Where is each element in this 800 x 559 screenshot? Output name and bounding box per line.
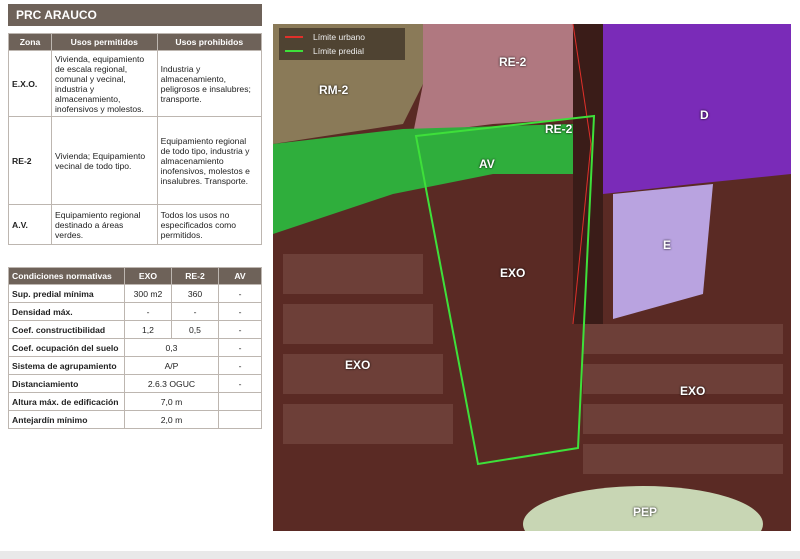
- norms-table: Condiciones normativas EXO RE-2 AV Sup. …: [8, 267, 262, 429]
- re2-zone: [413, 24, 593, 134]
- zones-header: Usos permitidos: [51, 33, 158, 51]
- zone-permitted: Vivienda; Equipamiento vecinal de todo t…: [51, 116, 158, 205]
- norm-exo: -: [124, 302, 172, 321]
- left-panel: PRC ARAUCO Zona Usos permitidos Usos pro…: [0, 0, 270, 559]
- norm-av: -: [218, 320, 262, 339]
- zoning-map: Límite urbano Límite predial RM-2 RE-2 R…: [273, 24, 791, 531]
- zone-prohibited: Equipamiento regional de todo tipo, indu…: [156, 116, 263, 205]
- norm-merged: A/P: [124, 356, 219, 375]
- norm-label: Coef. ocupación del suelo: [8, 338, 125, 357]
- norm-label: Densidad máx.: [8, 302, 125, 321]
- zones-header: Usos prohibidos: [156, 33, 263, 51]
- zone-prohibited: Industria y almacenamiento, peligrosos e…: [156, 50, 263, 117]
- zone-permitted: Equipamiento regional destinado a áreas …: [51, 204, 158, 245]
- norm-label: Coef. constructibilidad: [8, 320, 125, 339]
- zone-label-pep: PEP: [633, 505, 658, 519]
- norm-merged: 0,3: [124, 338, 219, 357]
- norm-exo: 1,2: [124, 320, 172, 339]
- norm-av: -: [218, 338, 262, 357]
- legend-label: Límite urbano: [313, 32, 365, 42]
- table-row: Coef. constructibilidad 1,2 0,5 -: [8, 320, 262, 339]
- zone-label-e: E: [663, 238, 672, 252]
- zone-label-exo: EXO: [680, 384, 706, 398]
- zone-label-exo: EXO: [500, 266, 526, 280]
- zones-header: Zona: [8, 33, 52, 51]
- zone-prohibited: Todos los usos no especificados como per…: [156, 204, 263, 245]
- norms-header: RE-2: [171, 267, 219, 285]
- zone-code: RE-2: [8, 116, 52, 205]
- zone-code: E.X.O.: [8, 50, 52, 117]
- map-legend: Límite urbano Límite predial: [279, 28, 405, 60]
- table-row: Densidad máx. - - -: [8, 302, 262, 321]
- table-row: Distanciamiento 2.6.3 OGUC -: [8, 374, 262, 393]
- zone-label-re2: RE-2: [545, 122, 573, 136]
- norm-av: -: [218, 356, 262, 375]
- norm-label: Sup. predial mínima: [8, 284, 125, 303]
- legend-label: Límite predial: [313, 46, 365, 56]
- zones-header-row: Zona Usos permitidos Usos prohibidos: [8, 33, 263, 51]
- norm-av: [218, 410, 262, 429]
- norm-re2: 0,5: [171, 320, 219, 339]
- table-row: RE-2 Vivienda; Equipamiento vecinal de t…: [8, 116, 263, 205]
- zone-label-exo: EXO: [345, 358, 371, 372]
- norm-re2: -: [171, 302, 219, 321]
- table-row: E.X.O. Vivienda, equipamiento de escala …: [8, 50, 263, 117]
- zone-code: A.V.: [8, 204, 52, 245]
- norms-header: EXO: [124, 267, 172, 285]
- norm-av: -: [218, 374, 262, 393]
- zone-label-av: AV: [479, 157, 495, 171]
- panel-title: PRC ARAUCO: [8, 4, 262, 26]
- bottom-divider: [0, 551, 800, 559]
- table-row: Sistema de agrupamiento A/P -: [8, 356, 262, 375]
- norm-label: Distanciamiento: [8, 374, 125, 393]
- table-row: Coef. ocupación del suelo 0,3 -: [8, 338, 262, 357]
- table-row: A.V. Equipamiento regional destinado a á…: [8, 204, 263, 245]
- legend-item-urban: Límite urbano: [285, 31, 365, 43]
- d-zone: [603, 24, 791, 194]
- urban-limit-swatch: [285, 36, 303, 38]
- table-row: Antejardín mínimo 2,0 m: [8, 410, 262, 429]
- zones-table: Zona Usos permitidos Usos prohibidos E.X…: [8, 33, 263, 245]
- norm-av: -: [218, 284, 262, 303]
- map-svg: [273, 24, 791, 531]
- norm-merged: 7,0 m: [124, 392, 219, 411]
- norm-label: Altura máx. de edificación: [8, 392, 125, 411]
- zone-permitted: Vivienda, equipamiento de escala regiona…: [51, 50, 158, 117]
- norms-header-row: Condiciones normativas EXO RE-2 AV: [8, 267, 262, 285]
- table-row: Altura máx. de edificación 7,0 m: [8, 392, 262, 411]
- norms-header: Condiciones normativas: [8, 267, 125, 285]
- table-row: Sup. predial mínima 300 m2 360 -: [8, 284, 262, 303]
- norms-header: AV: [218, 267, 262, 285]
- norm-av: [218, 392, 262, 411]
- zone-label-rm2: RM-2: [319, 83, 349, 97]
- norm-re2: 360: [171, 284, 219, 303]
- norm-av: -: [218, 302, 262, 321]
- legend-item-predial: Límite predial: [285, 45, 364, 57]
- norm-label: Sistema de agrupamiento: [8, 356, 125, 375]
- norm-label: Antejardín mínimo: [8, 410, 125, 429]
- zone-label-d: D: [700, 108, 709, 122]
- zone-label-re2: RE-2: [499, 55, 527, 69]
- predial-limit-swatch: [285, 50, 303, 52]
- norm-merged: 2.6.3 OGUC: [124, 374, 219, 393]
- norm-merged: 2,0 m: [124, 410, 219, 429]
- norm-exo: 300 m2: [124, 284, 172, 303]
